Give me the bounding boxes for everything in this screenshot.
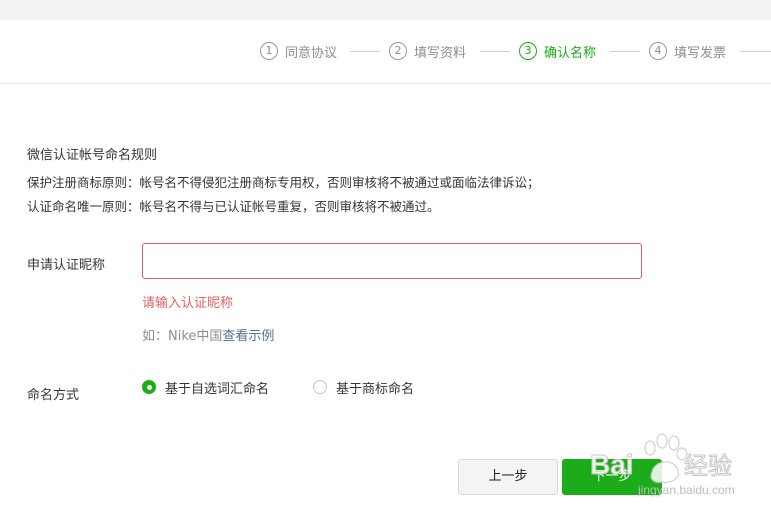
rule-unique: 认证命名唯一原则：帐号名不得与已认证帐号重复，否则审核将不被通过。 [27, 199, 440, 214]
step-fill-info: 2 填写资料 [389, 41, 466, 61]
step-label: 同意协议 [285, 45, 338, 61]
page-panel: 1 同意协议 2 填写资料 3 确认名称 4 填写发票 微信认证帐号命名规则 保… [0, 20, 771, 513]
hint-example: 如：Nike中国 [142, 329, 223, 344]
rules-title: 微信认证帐号命名规则 [27, 148, 158, 163]
step-number: 1 [260, 42, 278, 60]
step-agreement: 1 同意协议 [260, 41, 337, 61]
radio-unchecked-icon [313, 380, 327, 394]
step-label: 填写发票 [674, 45, 727, 61]
step-separator [610, 51, 640, 52]
nickname-label: 申请认证昵称 [27, 258, 106, 273]
step-label: 填写资料 [414, 45, 467, 61]
naming-method-label: 命名方式 [27, 388, 80, 403]
step-separator [350, 51, 380, 52]
rule-trademark: 保护注册商标原则：帐号名不得侵犯注册商标专用权，否则审核将不被通过或面临法律诉讼… [27, 175, 540, 190]
radio-label: 基于自选词汇命名 [165, 381, 270, 397]
view-example-link[interactable]: 查看示例 [222, 329, 274, 344]
radio-label: 基于商标命名 [336, 381, 415, 397]
step-number: 4 [649, 42, 667, 60]
step-number: 2 [389, 42, 407, 60]
next-button[interactable]: 下一步 [562, 459, 662, 495]
nickname-input[interactable] [142, 243, 642, 279]
steps-bar: 1 同意协议 2 填写资料 3 确认名称 4 填写发票 [0, 20, 771, 84]
step-number: 3 [519, 42, 537, 60]
step-invoice: 4 填写发票 [649, 41, 726, 61]
prev-button[interactable]: 上一步 [458, 459, 558, 495]
nickname-error: 请输入认证昵称 [142, 296, 234, 311]
step-label: 确认名称 [544, 45, 597, 61]
radio-checked-icon [142, 380, 156, 394]
step-confirm-name: 3 确认名称 [519, 41, 596, 61]
radio-trademark[interactable]: 基于商标命名 [313, 378, 415, 397]
step-separator [480, 51, 510, 52]
radio-custom-words[interactable]: 基于自选词汇命名 [142, 378, 270, 397]
step-separator [740, 51, 771, 52]
nickname-hint: 如：Nike中国查看示例 [142, 325, 274, 344]
